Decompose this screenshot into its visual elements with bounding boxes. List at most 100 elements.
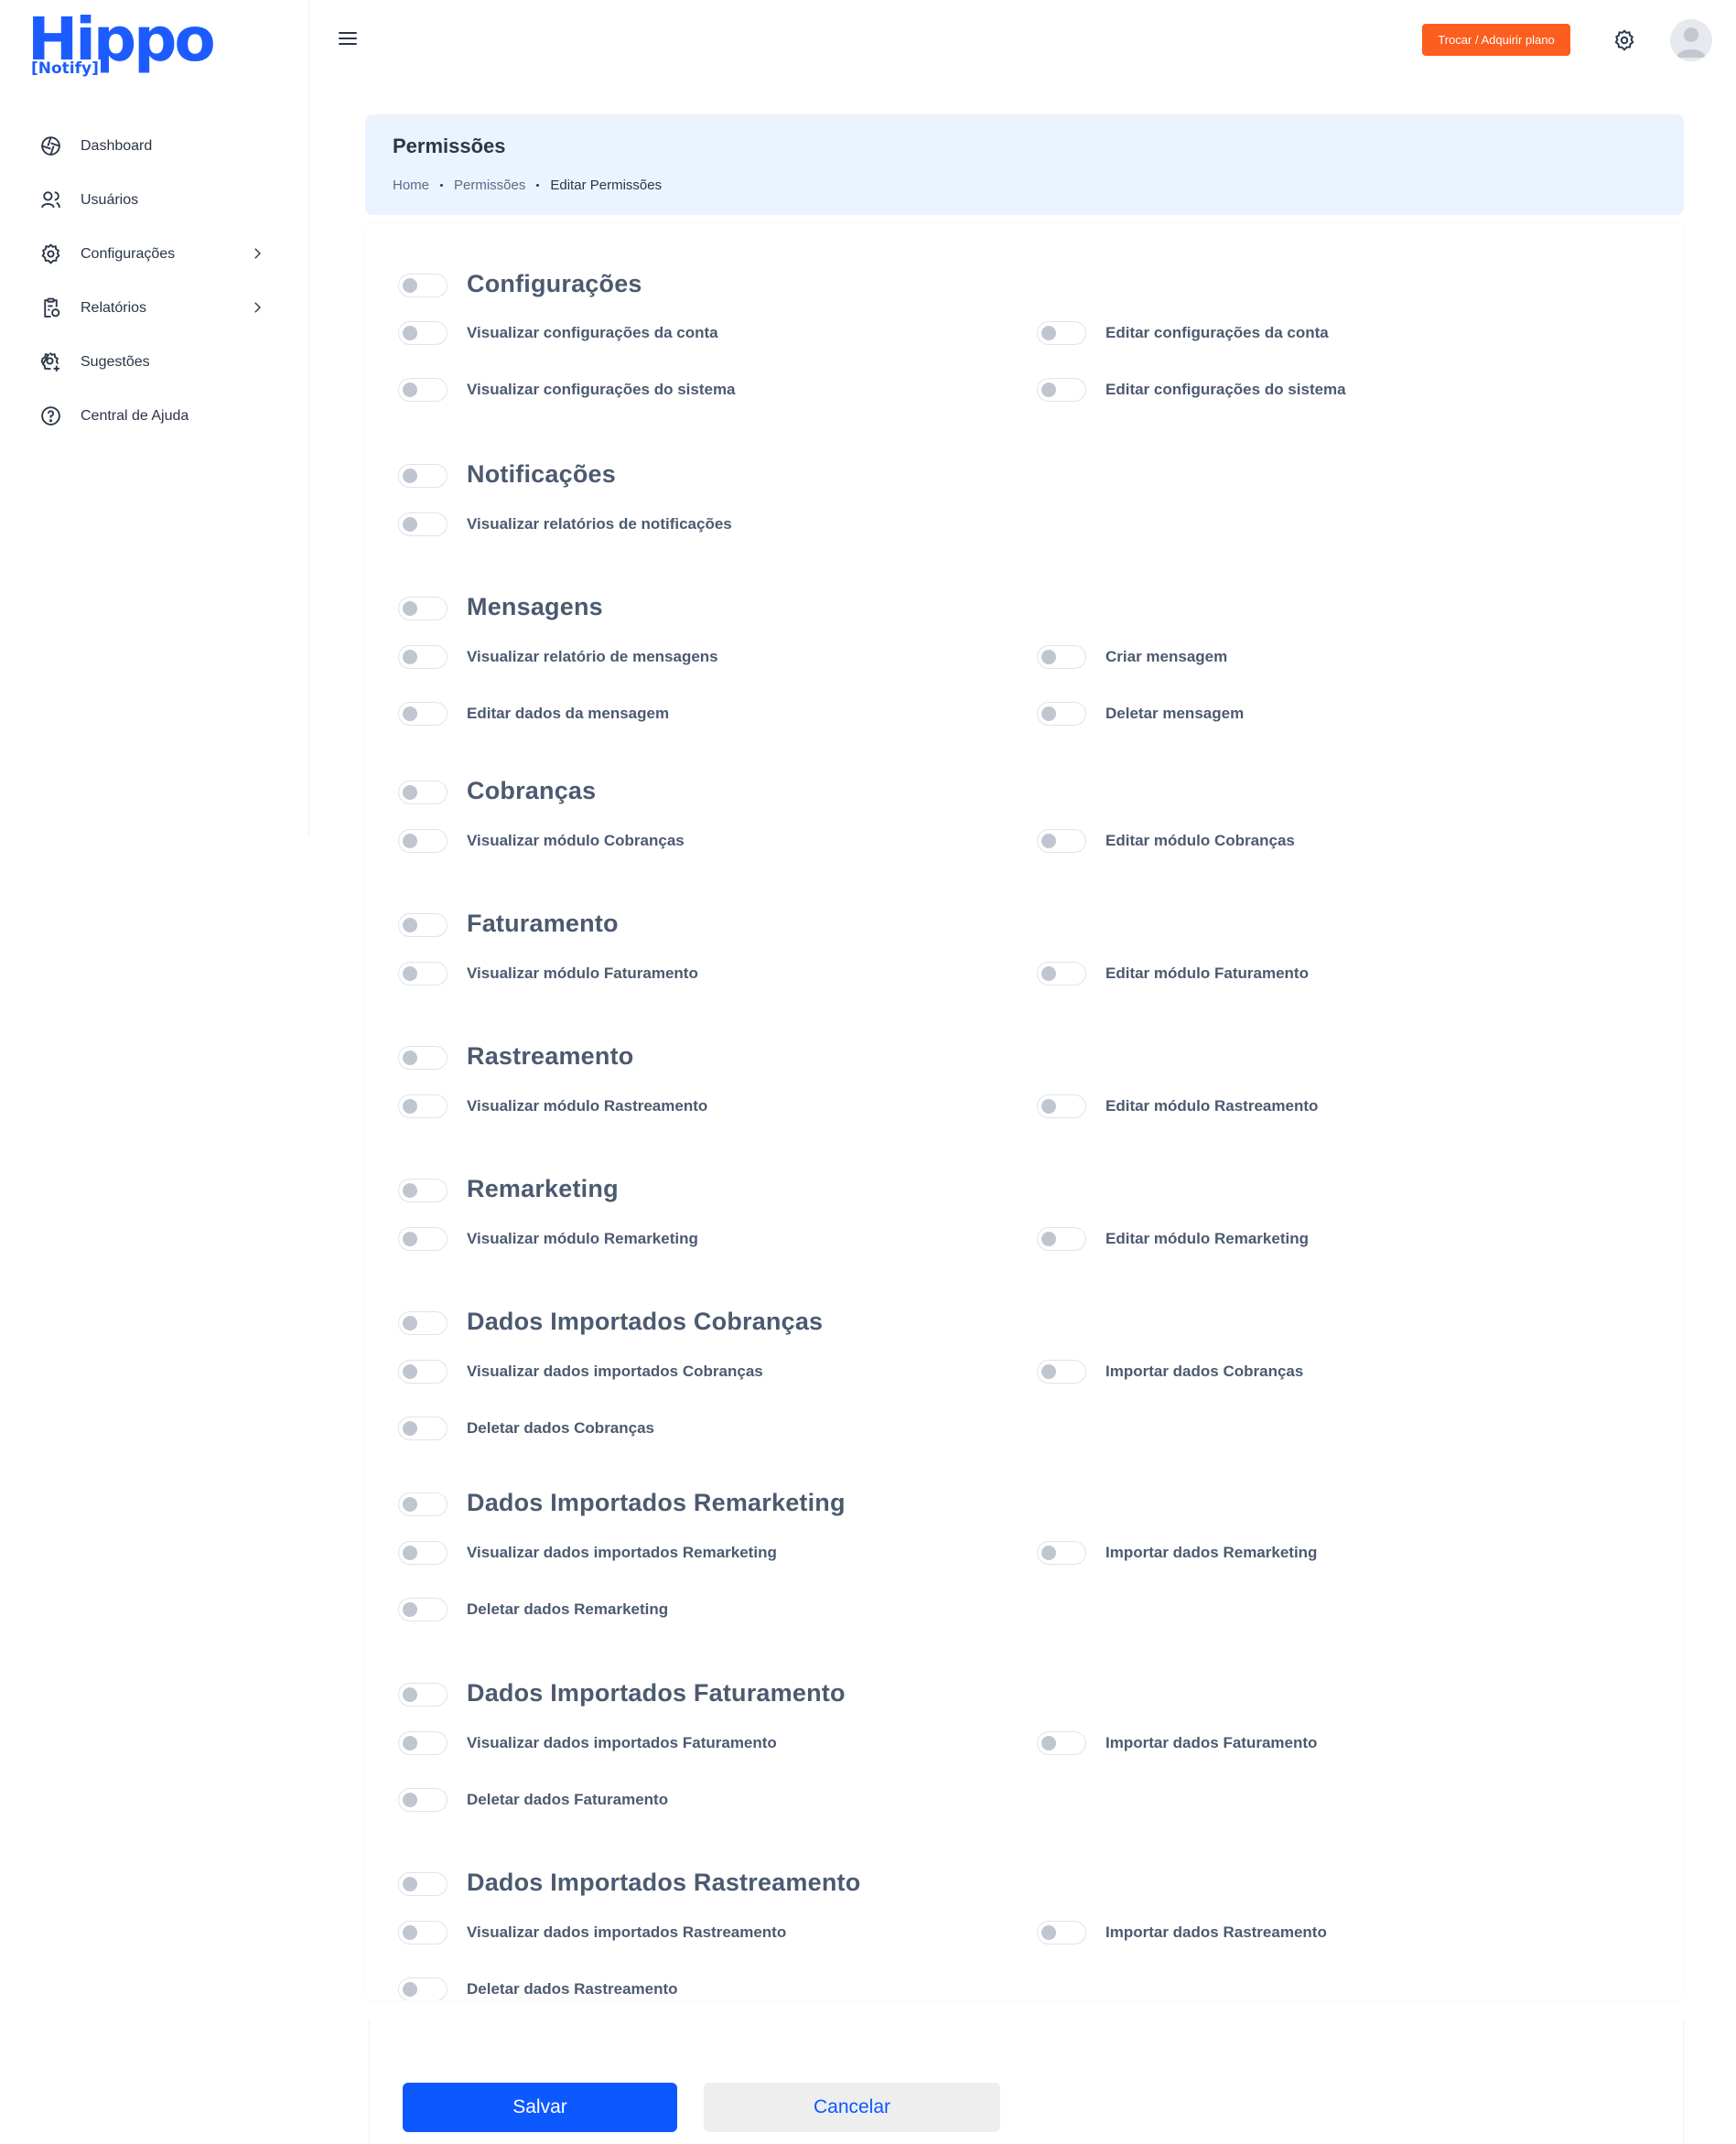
section-toggle[interactable] — [398, 1492, 447, 1516]
permission-toggle[interactable] — [1037, 645, 1086, 669]
permission-row: Editar módulo Rastreamento — [365, 1092, 1684, 1121]
sidebar-item-label: Usuários — [81, 191, 139, 208]
permission-row: Deletar mensagem — [365, 699, 1684, 728]
section-toggle[interactable] — [398, 1872, 447, 1896]
permission-label: Deletar dados Faturamento — [467, 1791, 669, 1808]
breadcrumb-home-link[interactable]: Home — [393, 178, 429, 193]
sidebar-item-label: Sugestões — [81, 353, 150, 370]
breadcrumb-separator — [536, 184, 540, 187]
hamburger-line — [339, 32, 357, 34]
sidebar-item-usuarios[interactable]: Usuários — [0, 173, 309, 227]
section-toggle[interactable] — [398, 913, 447, 937]
sidebar-nav: Dashboard Usuários Configurações Relatór… — [0, 119, 309, 443]
section-header: Remarketing — [365, 1174, 1189, 1207]
section-header: Configurações — [365, 269, 1189, 302]
users-icon — [38, 189, 62, 212]
permission-toggle[interactable] — [1037, 1731, 1086, 1755]
user-avatar[interactable] — [1670, 19, 1712, 61]
section-toggle[interactable] — [398, 1046, 447, 1070]
permission-toggle[interactable] — [398, 1977, 447, 2000]
sidebar-item-configuracoes[interactable]: Configurações — [0, 227, 309, 281]
sidebar-item-relatorios[interactable]: Relatórios — [0, 281, 309, 335]
gear-icon — [38, 242, 62, 266]
change-plan-button[interactable]: Trocar / Adquirir plano — [1422, 24, 1570, 56]
breadcrumb-separator — [440, 184, 444, 187]
sidebar-item-sugestoes[interactable]: Sugestões — [0, 335, 309, 389]
permission-row: Deletar dados Rastreamento — [365, 1975, 1006, 2000]
section-header: Dados Importados Faturamento — [365, 1678, 1189, 1711]
permissions-card: Configurações Visualizar configurações d… — [365, 223, 1684, 2000]
breadcrumb-permissoes-link[interactable]: Permissões — [454, 178, 525, 193]
hippo-notify-logo[interactable]: Hippo [Notify] — [27, 5, 220, 79]
permission-toggle[interactable] — [1037, 1541, 1086, 1565]
section-header: Mensagens — [365, 592, 1189, 625]
permission-row: Criar mensagem — [365, 642, 1684, 672]
permission-row: Importar dados Faturamento — [365, 1729, 1684, 1758]
permission-label: Editar módulo Rastreamento — [1105, 1097, 1319, 1115]
sidebar-item-dashboard[interactable]: Dashboard — [0, 119, 309, 173]
section-title: Cobranças — [467, 777, 597, 804]
permission-toggle[interactable] — [1037, 702, 1086, 726]
permission-label: Editar configurações do sistema — [1105, 381, 1346, 398]
permission-label: Importar dados Rastreamento — [1105, 1923, 1327, 1941]
permission-toggle[interactable] — [398, 1417, 447, 1440]
permission-label: Deletar dados Remarketing — [467, 1600, 669, 1618]
sidebar: Hippo [Notify] Dashboard Usuários Config… — [0, 0, 309, 837]
permission-toggle[interactable] — [1037, 1227, 1086, 1251]
permission-label: Criar mensagem — [1105, 648, 1228, 665]
permission-row: Editar módulo Cobranças — [365, 826, 1684, 856]
cancel-button[interactable]: Cancelar — [704, 2083, 1000, 2132]
permission-label: Editar módulo Remarketing — [1105, 1230, 1309, 1247]
permission-label: Editar módulo Faturamento — [1105, 964, 1309, 982]
sidebar-item-label: Dashboard — [81, 137, 153, 154]
section-title: Rastreamento — [467, 1042, 634, 1070]
section-header: Dados Importados Rastreamento — [365, 1868, 1189, 1901]
sidebar-item-label: Central de Ajuda — [81, 407, 189, 424]
section-header: Rastreamento — [365, 1041, 1189, 1074]
save-button[interactable]: Salvar — [403, 2083, 677, 2132]
permission-toggle[interactable] — [1037, 1921, 1086, 1945]
hamburger-line — [339, 43, 357, 45]
permission-label: Editar configurações da conta — [1105, 324, 1329, 341]
section-header: Notificações — [365, 459, 1189, 492]
hamburger-line — [339, 38, 357, 39]
permission-label: Deletar mensagem — [1105, 705, 1245, 722]
section-title: Notificações — [467, 460, 616, 488]
permission-row: Visualizar relatórios de notificações — [365, 510, 1006, 539]
section-header: Dados Importados Remarketing — [365, 1488, 1189, 1521]
chevron-right-icon — [249, 245, 265, 262]
section-toggle[interactable] — [398, 1179, 447, 1202]
section-toggle[interactable] — [398, 464, 447, 488]
section-toggle[interactable] — [398, 1683, 447, 1707]
permission-toggle[interactable] — [1037, 378, 1086, 402]
permission-row: Importar dados Cobranças — [365, 1357, 1684, 1386]
section-toggle[interactable] — [398, 781, 447, 804]
permission-row: Deletar dados Remarketing — [365, 1595, 1006, 1624]
sidebar-item-label: Relatórios — [81, 299, 147, 316]
permission-toggle[interactable] — [398, 512, 447, 536]
permission-label: Importar dados Cobranças — [1105, 1363, 1304, 1380]
permission-row: Importar dados Remarketing — [365, 1538, 1684, 1568]
sidebar-item-central-de-ajuda[interactable]: Central de Ajuda — [0, 389, 309, 443]
menu-toggle-button[interactable] — [339, 29, 359, 48]
section-toggle[interactable] — [398, 597, 447, 620]
section-toggle[interactable] — [398, 274, 447, 297]
permission-toggle[interactable] — [1037, 321, 1086, 345]
permission-toggle[interactable] — [1037, 829, 1086, 853]
section-toggle[interactable] — [398, 1311, 447, 1335]
permission-row: Importar dados Rastreamento — [365, 1918, 1684, 1947]
permission-toggle[interactable] — [398, 1788, 447, 1812]
permission-toggle[interactable] — [398, 1598, 447, 1621]
settings-gear-icon[interactable] — [1612, 28, 1636, 52]
page-title: Permissões — [393, 135, 506, 157]
permission-toggle[interactable] — [1037, 962, 1086, 986]
permission-row: Editar módulo Remarketing — [365, 1224, 1684, 1254]
permission-label: Importar dados Remarketing — [1105, 1544, 1318, 1561]
section-header: Dados Importados Cobranças — [365, 1307, 1189, 1340]
permission-row: Editar módulo Faturamento — [365, 959, 1684, 988]
help-circle-icon — [38, 404, 62, 428]
permission-label: Deletar dados Cobranças — [467, 1419, 655, 1437]
permission-toggle[interactable] — [1037, 1360, 1086, 1384]
aperture-icon — [38, 135, 62, 158]
permission-toggle[interactable] — [1037, 1094, 1086, 1118]
